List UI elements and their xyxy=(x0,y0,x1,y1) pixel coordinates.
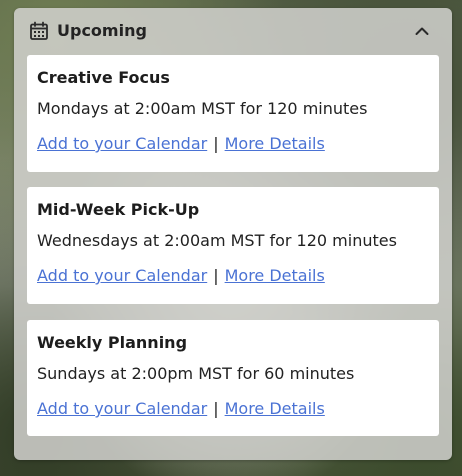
event-links: Add to your Calendar | More Details xyxy=(37,134,439,154)
event-card: Mid-Week Pick-Up Wednesdays at 2:00am MS… xyxy=(27,187,439,304)
more-details-link[interactable]: More Details xyxy=(225,266,325,285)
event-links: Add to your Calendar | More Details xyxy=(37,266,439,286)
widget-title: Upcoming xyxy=(57,21,147,40)
upcoming-widget: Upcoming Creative Focus Mondays at 2:00a… xyxy=(14,8,452,460)
widget-header: Upcoming xyxy=(14,8,452,54)
add-to-calendar-link[interactable]: Add to your Calendar xyxy=(37,134,207,153)
event-card: Creative Focus Mondays at 2:00am MST for… xyxy=(27,55,439,172)
link-separator: | xyxy=(213,266,219,285)
event-title: Creative Focus xyxy=(37,68,170,87)
event-links: Add to your Calendar | More Details xyxy=(37,399,439,419)
chevron-up-icon[interactable] xyxy=(412,21,432,41)
add-to-calendar-link[interactable]: Add to your Calendar xyxy=(37,399,207,418)
event-schedule: Sundays at 2:00pm MST for 60 minutes xyxy=(37,364,355,383)
add-to-calendar-link[interactable]: Add to your Calendar xyxy=(37,266,207,285)
calendar-icon xyxy=(30,21,48,40)
event-schedule: Mondays at 2:00am MST for 120 minutes xyxy=(37,99,368,118)
link-separator: | xyxy=(213,134,219,153)
event-title: Weekly Planning xyxy=(37,333,188,352)
more-details-link[interactable]: More Details xyxy=(225,134,325,153)
link-separator: | xyxy=(213,399,219,418)
more-details-link[interactable]: More Details xyxy=(225,399,325,418)
event-title: Mid-Week Pick-Up xyxy=(37,200,200,219)
event-schedule: Wednesdays at 2:00am MST for 120 minutes xyxy=(37,231,397,250)
event-card: Weekly Planning Sundays at 2:00pm MST fo… xyxy=(27,320,439,436)
